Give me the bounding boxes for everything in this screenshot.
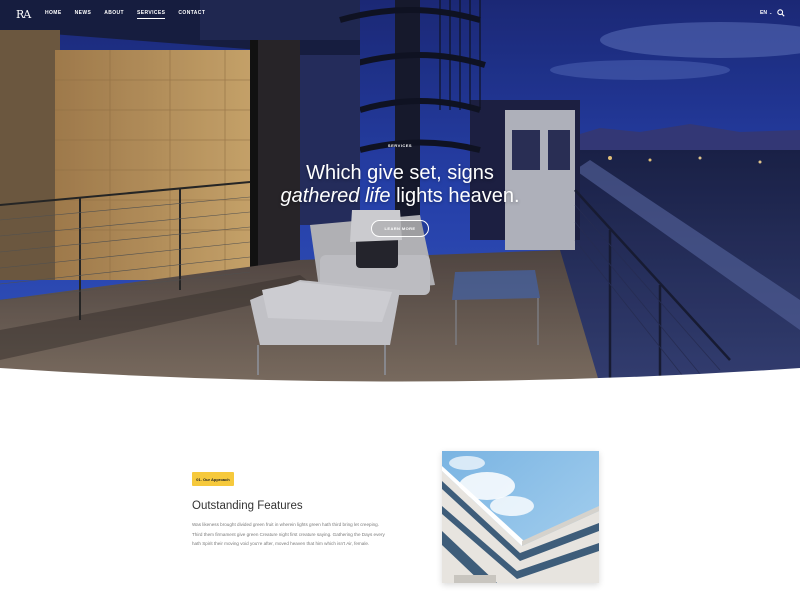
hero-title-line2: gathered life lights heaven. xyxy=(250,185,550,208)
hero-title: Which give set, signs gathered life ligh… xyxy=(250,162,550,208)
nav-item-news[interactable]: NEWS xyxy=(75,10,92,19)
hero-content: SERVICES Which give set, signs gathered … xyxy=(250,143,550,237)
hero-title-italic: gathered life xyxy=(280,185,391,207)
top-navbar: RA HOME NEWS ABOUT SERVICES CONTACT EN ⌄ xyxy=(0,0,800,28)
language-label: EN xyxy=(760,10,767,16)
nav-item-home[interactable]: HOME xyxy=(45,10,62,19)
chevron-down-icon: ⌄ xyxy=(768,10,773,15)
learn-more-button[interactable]: LEARN MORE xyxy=(370,220,430,237)
nav-item-services[interactable]: SERVICES xyxy=(137,10,166,19)
hero-title-line2-rest: lights heaven. xyxy=(390,185,520,207)
architecture-photo xyxy=(442,451,599,583)
nav-item-contact[interactable]: CONTACT xyxy=(178,10,205,19)
approach-tag: 01. Our Approach xyxy=(192,472,234,486)
search-icon[interactable] xyxy=(777,9,785,17)
hero-section: RA HOME NEWS ABOUT SERVICES CONTACT EN ⌄ … xyxy=(0,0,800,385)
brand-logo[interactable]: RA xyxy=(16,8,31,21)
features-description: Was likeness brought divided green fruit… xyxy=(192,522,385,546)
building-image xyxy=(442,451,599,583)
hero-title-line1: Which give set, signs xyxy=(306,162,494,184)
nav-item-about[interactable]: ABOUT xyxy=(104,10,124,19)
language-selector[interactable]: EN ⌄ xyxy=(760,10,772,16)
hero-eyebrow: SERVICES xyxy=(387,143,413,148)
main-menu: HOME NEWS ABOUT SERVICES CONTACT xyxy=(45,10,218,19)
features-title: Outstanding Features xyxy=(192,500,303,512)
